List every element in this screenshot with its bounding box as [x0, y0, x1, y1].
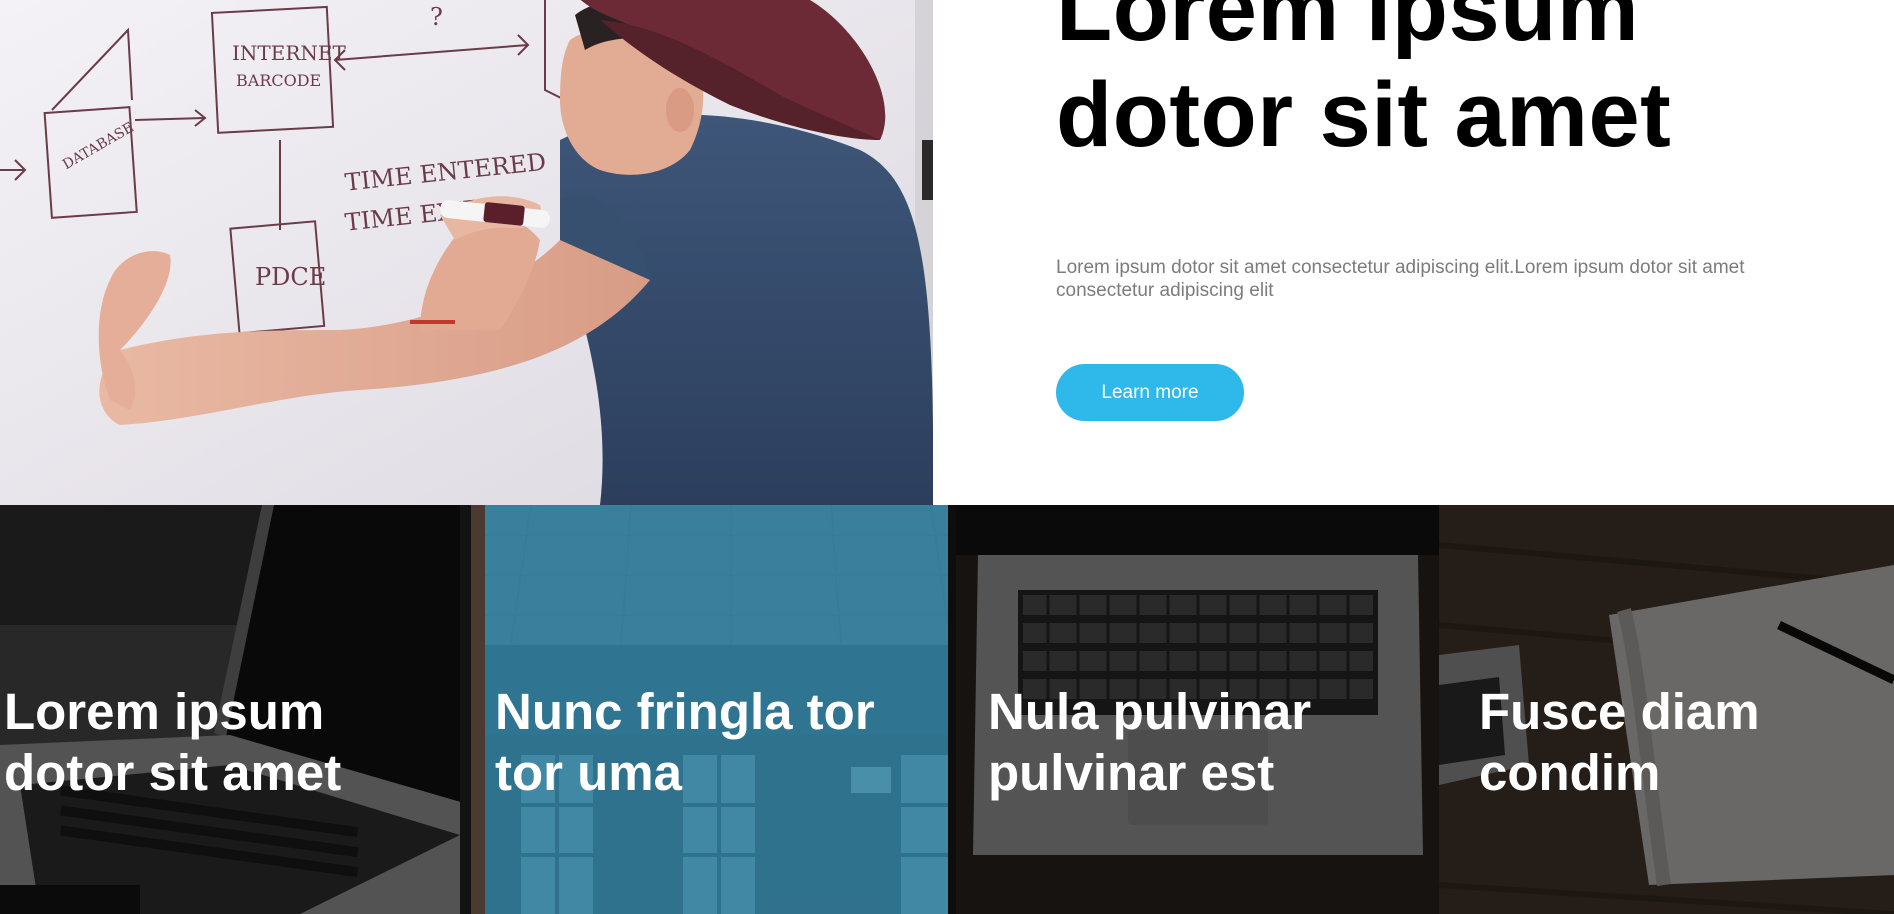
whiteboard-photo: INTERNET BARCODE DATABASE PDCE TIME ENTE…	[0, 0, 933, 505]
svg-text:BARCODE: BARCODE	[236, 71, 321, 90]
card-title: Fusce diam condim	[1479, 681, 1894, 803]
card-title-line2: tor uma	[495, 744, 683, 801]
feature-card-1[interactable]: Lorem ipsum dotor sit amet	[0, 505, 471, 914]
hero-title-line2: dotor sit amet	[1056, 64, 1672, 166]
card-title-line1: Nunc fringla tor	[495, 683, 875, 740]
hero-title-line1: Lorem ipsum	[1056, 0, 1640, 60]
learn-more-button[interactable]: Learn more	[1056, 364, 1244, 421]
card-title: Lorem ipsum dotor sit amet	[4, 681, 444, 803]
feature-card-3[interactable]: Nula pulvinar pulvinar est	[948, 505, 1439, 914]
card-title: Nula pulvinar pulvinar est	[988, 681, 1428, 803]
card-title-line2: pulvinar est	[988, 744, 1275, 801]
svg-text:?: ?	[430, 3, 443, 31]
card-title-line2: condim	[1479, 744, 1661, 801]
card-title-line1: Fusce diam	[1479, 683, 1760, 740]
svg-text:PDCE: PDCE	[255, 263, 326, 291]
card-title-line1: Nula pulvinar	[988, 683, 1312, 740]
card-title-line2: dotor sit amet	[4, 744, 342, 801]
hero-content: Lorem ipsum dotor sit amet Lorem ipsum d…	[933, 0, 1894, 505]
svg-text:INTERNET: INTERNET	[232, 41, 346, 65]
card-title: Nunc fringla tor tor uma	[495, 681, 935, 803]
hero-description: Lorem ipsum dotor sit amet consectetur a…	[1056, 257, 1745, 301]
page: INTERNET BARCODE DATABASE PDCE TIME ENTE…	[0, 0, 1894, 914]
card-title-line1: Lorem ipsum	[4, 683, 325, 740]
hero-title: Lorem ipsum dotor sit amet	[1056, 0, 1816, 168]
whiteboard-illustration: INTERNET BARCODE DATABASE PDCE TIME ENTE…	[0, 0, 933, 505]
feature-card-4[interactable]: Fusce diam condim	[1439, 505, 1894, 914]
hero-section: INTERNET BARCODE DATABASE PDCE TIME ENTE…	[0, 0, 1894, 505]
feature-cards: Lorem ipsum dotor sit amet Nunc fringla …	[0, 505, 1894, 914]
feature-card-2[interactable]: Nunc fringla tor tor uma	[471, 505, 948, 914]
